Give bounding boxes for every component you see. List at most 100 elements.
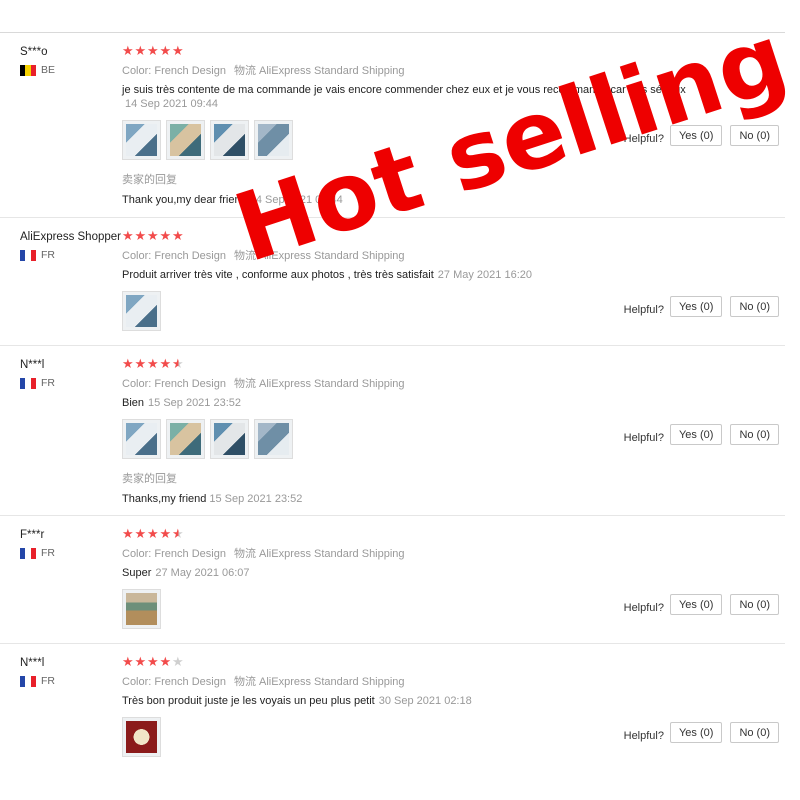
- country-flag-icon: [20, 377, 36, 389]
- color-value: French Design: [154, 676, 226, 688]
- color-value: French Design: [154, 548, 226, 560]
- helpful-no-button[interactable]: No (0): [730, 424, 779, 445]
- star-half-icon: ★: [172, 526, 184, 541]
- review-photo-thumbnail[interactable]: [166, 120, 205, 160]
- country-code: FR: [41, 675, 55, 687]
- country-code: FR: [41, 249, 55, 261]
- reviewer-country: FR: [20, 547, 120, 559]
- seller-reply: Thanks,my friend 15 Sep 2021 23:52: [122, 492, 592, 506]
- seller-reply-title: 卖家的回复: [122, 174, 177, 186]
- review-date: 27 May 2021 16:20: [437, 269, 532, 281]
- color-label: Color:: [122, 65, 155, 77]
- helpful-no-button[interactable]: No (0): [730, 125, 779, 146]
- shipping-method: 物流 AliExpress Standard Shipping: [233, 548, 405, 560]
- star-filled-icon: ★: [122, 526, 134, 541]
- helpful-yes-button[interactable]: Yes (0): [669, 296, 723, 317]
- review-date: 14 Sep 2021 09:44: [125, 98, 218, 110]
- helpful-yes-button[interactable]: Yes (0): [669, 722, 723, 743]
- review-photo-thumbnail[interactable]: [122, 717, 161, 757]
- shipping-method: 物流 AliExpress Standard Shipping: [233, 65, 405, 77]
- review-text: je suis très contente de ma commande je …: [122, 84, 686, 96]
- review-content: ★ ★ ★ ★ ★ Color: French Design 物流 AliExpress …: [122, 526, 592, 629]
- star-filled-icon: ★: [147, 654, 159, 669]
- review-item: F***r FR ★ ★ ★ ★ ★ Color: French Design 物流 Al…: [0, 515, 785, 643]
- helpful-vote: Helpful? Yes (0) No (0): [624, 594, 779, 615]
- country-flag-icon: [20, 249, 36, 261]
- helpful-label: Helpful?: [623, 729, 664, 742]
- review-text-line: Super 27 May 2021 06:07: [122, 566, 592, 580]
- review-photo-thumbnail[interactable]: [122, 589, 161, 629]
- review-attributes: Color: French Design 物流 AliExpress Standa…: [122, 675, 592, 689]
- color-label: Color:: [122, 548, 155, 560]
- helpful-no-button[interactable]: No (0): [730, 722, 779, 743]
- helpful-label: Helpful?: [623, 303, 664, 316]
- review-date: 27 May 2021 06:07: [155, 567, 250, 579]
- helpful-vote: Helpful? Yes (0) No (0): [624, 125, 779, 146]
- color-value: French Design: [154, 65, 226, 77]
- helpful-vote: Helpful? Yes (0) No (0): [624, 296, 779, 317]
- star-rating: ★ ★ ★ ★ ★: [122, 654, 592, 670]
- star-filled-icon: ★: [159, 43, 172, 58]
- star-filled-icon: ★: [159, 654, 172, 669]
- seller-reply-date: 15 Sep 2021 23:52: [209, 493, 303, 505]
- helpful-vote: Helpful? Yes (0) No (0): [624, 722, 779, 743]
- seller-reply-text: Thanks,my friend: [122, 493, 207, 505]
- review-photo-thumbnail[interactable]: [210, 120, 249, 160]
- star-filled-icon: ★: [134, 43, 147, 58]
- star-filled-icon: ★: [147, 43, 159, 58]
- star-filled-icon: ★: [147, 356, 159, 371]
- review-attributes: Color: French Design 物流 AliExpress Standa…: [122, 64, 592, 78]
- review-text-line: Produit arriver très vite , conforme aux…: [122, 268, 592, 282]
- star-half-icon: ★: [172, 356, 184, 371]
- star-filled-icon: ★: [122, 356, 134, 371]
- country-flag-icon: [20, 547, 36, 559]
- review-date: 30 Sep 2021 02:18: [378, 695, 472, 707]
- star-filled-icon: ★: [147, 526, 159, 541]
- review-attributes: Color: French Design 物流 AliExpress Standa…: [122, 249, 592, 263]
- star-filled-icon: ★: [134, 228, 147, 243]
- color-value: French Design: [154, 378, 226, 390]
- review-photo-thumbnail[interactable]: [254, 419, 293, 459]
- color-label: Color:: [122, 378, 155, 390]
- review-text: Bien: [122, 397, 145, 409]
- reviewer-country: FR: [20, 675, 120, 687]
- shipping-method: 物流 AliExpress Standard Shipping: [233, 676, 405, 688]
- review-photo-thumbnail[interactable]: [254, 120, 293, 160]
- helpful-yes-button[interactable]: Yes (0): [669, 125, 723, 146]
- review-photo-thumbnail[interactable]: [210, 419, 249, 459]
- seller-reply: Thank you,my dear friend 14 Sep 2021 09:4…: [122, 193, 592, 207]
- review-attributes: Color: French Design 物流 AliExpress Standa…: [122, 377, 592, 391]
- review-photos: [122, 291, 592, 331]
- seller-reply-text: Thank you,my dear friend: [122, 194, 247, 206]
- review-photo-thumbnail[interactable]: [122, 291, 161, 331]
- helpful-yes-button[interactable]: Yes (0): [669, 594, 723, 615]
- reviewer-country: FR: [20, 249, 120, 261]
- review-photo-thumbnail[interactable]: [122, 120, 161, 160]
- helpful-label: Helpful?: [623, 601, 664, 614]
- star-filled-icon: ★: [172, 228, 184, 243]
- review-photos: [122, 120, 592, 160]
- review-photos: [122, 589, 592, 629]
- helpful-no-button[interactable]: No (0): [730, 296, 779, 317]
- review-photo-thumbnail[interactable]: [122, 419, 161, 459]
- star-filled-icon: ★: [134, 356, 147, 371]
- reviewer-country: BE: [20, 64, 120, 76]
- review-item: N***l FR ★ ★ ★ ★ ★ Color: French Design 物流 Al…: [0, 345, 785, 515]
- review-content: ★ ★ ★ ★ ★ Color: French Design 物流 AliExpress …: [122, 228, 592, 331]
- star-filled-icon: ★: [122, 654, 134, 669]
- helpful-yes-button[interactable]: Yes (0): [669, 424, 723, 445]
- reviewer-name: S***o: [20, 46, 48, 58]
- star-filled-icon: ★: [172, 43, 184, 58]
- helpful-no-button[interactable]: No (0): [730, 594, 779, 615]
- star-filled-icon: ★: [134, 654, 147, 669]
- color-label: Color:: [122, 676, 155, 688]
- review-attributes: Color: French Design 物流 AliExpress Standa…: [122, 547, 592, 561]
- review-photos: [122, 717, 592, 757]
- star-filled-icon: ★: [159, 356, 172, 371]
- reviewer-name: F***r: [20, 529, 45, 541]
- review-photos: [122, 419, 592, 459]
- review-photo-thumbnail[interactable]: [166, 419, 205, 459]
- country-flag-icon: [20, 675, 36, 687]
- star-filled-icon: ★: [134, 526, 147, 541]
- review-text-line: Bien 15 Sep 2021 23:52: [122, 396, 592, 410]
